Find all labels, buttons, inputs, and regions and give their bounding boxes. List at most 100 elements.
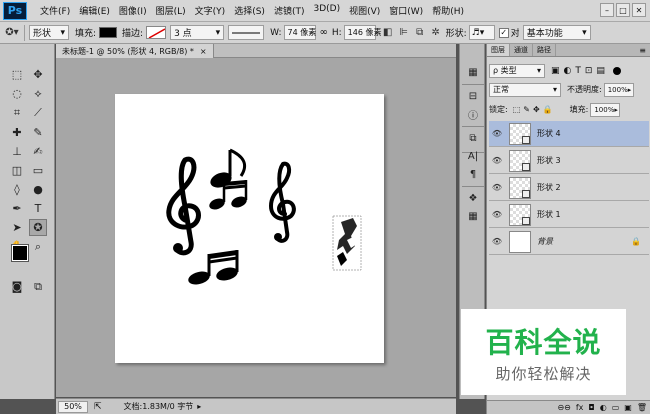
paragraph-panel-icon[interactable]: ¶	[464, 166, 482, 182]
minimize-button[interactable]: –	[600, 3, 614, 17]
stroke-type-select[interactable]	[228, 25, 265, 40]
stroke-width-select[interactable]: 3 点 ▾	[170, 25, 225, 40]
document-tab[interactable]: 未标题-1 @ 50% (形状 4, RGB/8) * ×	[56, 44, 214, 58]
fill-input[interactable]: 100% ▸	[590, 102, 621, 117]
tab-channels[interactable]: 通道	[510, 44, 533, 56]
menu-layer[interactable]: 图层(L)	[156, 4, 186, 17]
menu-window[interactable]: 窗口(W)	[389, 4, 423, 17]
zoom-level-field[interactable]: 50%	[58, 400, 88, 413]
marquee-tool-icon[interactable]: ⬚	[8, 66, 26, 83]
crop-tool-icon[interactable]: ⌗	[8, 104, 26, 121]
align-edges-checkbox[interactable]: ✓	[498, 27, 509, 38]
menu-image[interactable]: 图像(I)	[119, 4, 147, 17]
workspace-select[interactable]: 基本功能 ▾	[522, 25, 591, 40]
shape-picker[interactable]: ♬▾	[468, 25, 495, 40]
eraser-tool-icon[interactable]: ◫	[8, 162, 26, 179]
history-brush-tool-icon[interactable]: ✍	[29, 143, 47, 160]
quick-mask-icon[interactable]: ◙	[8, 278, 26, 295]
menu-edit[interactable]: 编辑(E)	[79, 4, 110, 17]
swatches-panel-icon[interactable]: ▦	[464, 208, 482, 224]
gradient-tool-icon[interactable]: ▭	[29, 162, 47, 179]
document-tab-bar: 未标题-1 @ 50% (形状 4, RGB/8) * ×	[56, 44, 456, 58]
healing-brush-tool-icon[interactable]: ✚	[8, 124, 26, 141]
screen-mode-icon[interactable]: ⧉	[29, 278, 47, 295]
layer-row[interactable]: 👁 形状 2	[489, 175, 649, 201]
tool-mode-select[interactable]: 形状 ▾	[29, 25, 69, 40]
fill-swatch[interactable]	[99, 27, 118, 38]
history-panel-icon[interactable]: ▦	[464, 64, 482, 80]
layer-row[interactable]: 👁 形状 3	[489, 148, 649, 174]
eyedropper-tool-icon[interactable]: ⟋	[29, 104, 47, 121]
color-panel-icon[interactable]: ❖	[464, 190, 482, 206]
blur-tool-icon[interactable]: ◊	[8, 181, 26, 198]
panel-menu-icon[interactable]: ≡	[639, 46, 646, 55]
path-arrangement-icon[interactable]: ⧉	[412, 25, 428, 40]
eye-icon[interactable]: 👁	[489, 237, 505, 246]
folder-icon[interactable]: ▭	[612, 403, 620, 412]
path-alignment-icon[interactable]: ⊫	[396, 25, 412, 40]
filter-toggle-icon[interactable]	[612, 66, 621, 75]
move-tool-icon[interactable]: ✥	[29, 66, 47, 83]
custom-shape-tool-icon[interactable]: ✪	[29, 219, 47, 236]
treble-clef-small-shape	[268, 161, 296, 243]
layer-thumbnail	[509, 203, 531, 226]
chevron-down-icon: ▾	[215, 27, 221, 38]
link-icon[interactable]: ∞	[320, 27, 328, 38]
mask-icon[interactable]: ◘	[588, 403, 594, 412]
custom-shape-tool-icon[interactable]: ✪▾	[4, 25, 20, 40]
close-button[interactable]: ✕	[632, 3, 646, 17]
foreground-color-swatch[interactable]	[11, 244, 29, 262]
restore-button[interactable]: □	[616, 3, 630, 17]
clone-stamp-tool-icon[interactable]: ⊥	[8, 143, 26, 160]
eye-icon[interactable]: 👁	[489, 156, 505, 165]
menu-3d[interactable]: 3D(D)	[313, 4, 340, 17]
eye-icon[interactable]: 👁	[489, 210, 505, 219]
gear-icon[interactable]: ✲	[428, 25, 444, 40]
status-menu-arrow-icon[interactable]: ▸	[197, 402, 201, 411]
tab-paths[interactable]: 路径	[533, 44, 556, 56]
brush-tool-icon[interactable]: ✎	[29, 124, 47, 141]
path-operations-icon[interactable]: ◧	[380, 25, 396, 40]
layer-filter-select[interactable]: ρ 类型 ▾	[489, 63, 545, 78]
stroke-swatch[interactable]	[146, 26, 167, 39]
close-tab-icon[interactable]: ×	[200, 47, 207, 56]
width-input[interactable]: 74 像素	[283, 25, 316, 40]
eye-icon[interactable]: 👁	[489, 183, 505, 192]
trash-icon[interactable]: 🗑	[637, 403, 647, 412]
adjustment-icon[interactable]: ◐	[600, 403, 607, 412]
lock-icons[interactable]: ⬚✎✥🔒	[513, 105, 556, 114]
new-layer-icon[interactable]: ▣	[624, 403, 632, 412]
eye-icon[interactable]: 👁	[489, 129, 505, 138]
properties-panel-icon[interactable]: ⊟	[464, 88, 482, 104]
dodge-tool-icon[interactable]: ●	[29, 181, 47, 198]
character-panel-icon[interactable]: A|	[464, 148, 482, 164]
share-icon[interactable]: ⇱	[94, 402, 102, 412]
layer-row[interactable]: 👁 形状 4	[489, 121, 649, 147]
lock-label: 锁定:	[489, 105, 508, 114]
menu-help[interactable]: 帮助(H)	[432, 4, 464, 17]
info-panel-icon[interactable]: ⓘ	[464, 106, 482, 122]
quick-select-tool-icon[interactable]: ⟡	[29, 85, 47, 102]
menu-view[interactable]: 视图(V)	[349, 4, 380, 17]
menu-type[interactable]: 文字(Y)	[195, 4, 226, 17]
layer-row[interactable]: 👁 背景 🔒	[489, 229, 649, 255]
height-input[interactable]: 146 像素	[343, 25, 381, 40]
link-icon[interactable]: ⊖⊖	[557, 403, 570, 412]
lasso-tool-icon[interactable]: ◌	[8, 85, 26, 102]
opacity-input[interactable]: 100% ▸	[603, 82, 634, 97]
pen-tool-icon[interactable]: ✒	[8, 200, 26, 217]
fx-icon[interactable]: fx	[576, 403, 584, 412]
selected-transformed-shape[interactable]	[332, 215, 362, 271]
navigator-panel-icon[interactable]: ⧉	[464, 130, 482, 146]
filter-type-icons[interactable]: ▣◐T⊡▤	[551, 66, 609, 76]
type-tool-icon[interactable]: T	[29, 200, 47, 217]
tab-layers[interactable]: 图层	[487, 44, 510, 56]
menu-file[interactable]: 文件(F)	[40, 4, 70, 17]
menu-filter[interactable]: 滤镜(T)	[274, 4, 305, 17]
path-selection-tool-icon[interactable]: ➤	[8, 219, 26, 236]
document-canvas[interactable]	[115, 94, 384, 363]
zoom-tool-icon[interactable]: ⌕	[29, 238, 47, 255]
layer-row[interactable]: 👁 形状 1	[489, 202, 649, 228]
menu-select[interactable]: 选择(S)	[234, 4, 265, 17]
blend-mode-select[interactable]: 正常 ▾	[489, 82, 561, 97]
